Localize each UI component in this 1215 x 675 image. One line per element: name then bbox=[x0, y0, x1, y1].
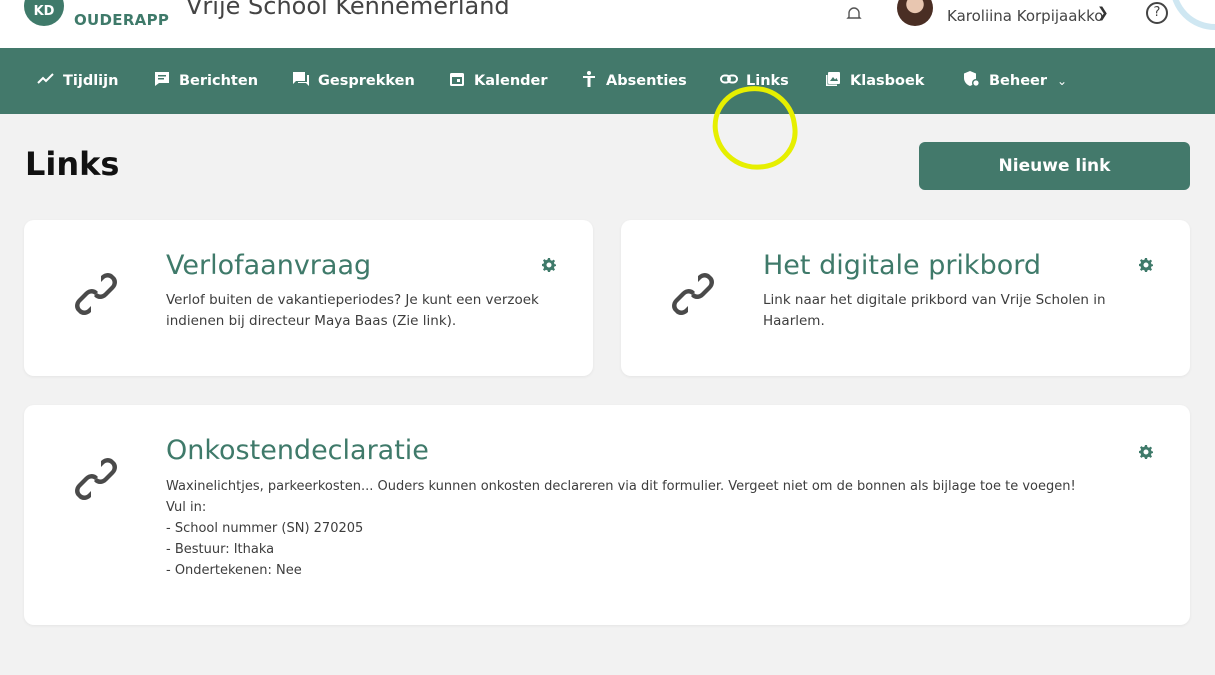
book-icon bbox=[824, 70, 842, 92]
nav-label: Absenties bbox=[606, 73, 687, 89]
trend-icon bbox=[37, 70, 55, 92]
logo-badge[interactable]: KD bbox=[24, 0, 64, 26]
nav-label: Kalender bbox=[474, 73, 548, 89]
main-nav: Tijdlijn Berichten Gesprekken Kalender A… bbox=[0, 48, 1215, 176]
chevron-down-icon[interactable]: ❯ bbox=[1097, 5, 1109, 21]
user-name[interactable]: Karoliina Korpijaakko bbox=[947, 7, 1103, 25]
nav-label: Klasboek bbox=[850, 73, 925, 89]
logo-text[interactable]: OUDERAPP bbox=[74, 11, 169, 29]
nav-item-kalender[interactable]: Kalender bbox=[448, 48, 548, 114]
nav-item-berichten[interactable]: Berichten bbox=[153, 48, 258, 114]
chain-link-icon bbox=[74, 272, 118, 316]
nav-item-klasboek[interactable]: Klasboek bbox=[824, 48, 924, 114]
nav-item-tijdlijn[interactable]: Tijdlijn bbox=[37, 48, 118, 114]
new-link-button[interactable]: Nieuwe link bbox=[919, 142, 1190, 190]
top-bar: KD OUDERAPP Vrije School Kennemerland Ka… bbox=[0, 0, 1215, 48]
link-card-description: Link naar het digitale prikbord van Vrij… bbox=[763, 292, 1106, 329]
chain-link-icon bbox=[74, 457, 118, 501]
message-icon bbox=[153, 70, 171, 92]
chevron-down-icon: ⌄ bbox=[1057, 74, 1068, 88]
conversation-icon bbox=[292, 70, 310, 92]
bell-icon[interactable] bbox=[846, 6, 862, 22]
link-icon bbox=[720, 70, 738, 92]
nav-label: Berichten bbox=[179, 73, 259, 89]
admin-icon bbox=[963, 70, 981, 92]
gear-icon[interactable] bbox=[542, 257, 556, 272]
link-card-title[interactable]: Het digitale prikbord bbox=[763, 250, 1041, 281]
link-card-description: Waxinelichtjes, parkeerkosten... Ouders … bbox=[166, 479, 1076, 578]
person-icon bbox=[580, 70, 598, 92]
link-card-title[interactable]: Onkostendeclaratie bbox=[166, 435, 429, 466]
link-card-onkostendeclaratie[interactable]: Onkostendeclaratie Waxinelichtjes, parke… bbox=[24, 405, 1190, 625]
link-card-digitale-prikbord[interactable]: Het digitale prikbord Link naar het digi… bbox=[621, 220, 1190, 376]
nav-label: Tijdlijn bbox=[63, 73, 119, 89]
avatar[interactable] bbox=[897, 0, 933, 26]
gear-icon[interactable] bbox=[1139, 444, 1153, 459]
calendar-icon bbox=[448, 70, 466, 92]
link-card-verlofaanvraag[interactable]: Verlofaanvraag Verlof buiten de vakantie… bbox=[24, 220, 593, 376]
nav-label: Links bbox=[746, 73, 789, 89]
page-title: Links bbox=[25, 145, 120, 183]
nav-item-absenties[interactable]: Absenties bbox=[580, 48, 687, 114]
nav-label: Gesprekken bbox=[318, 73, 415, 89]
link-card-description: Verlof buiten de vakantieperiodes? Je ku… bbox=[166, 292, 539, 329]
chain-link-icon bbox=[671, 272, 715, 316]
nav-item-links[interactable]: Links bbox=[720, 48, 789, 114]
link-card-title[interactable]: Verlofaanvraag bbox=[166, 250, 371, 281]
nav-label: Beheer bbox=[989, 73, 1048, 89]
school-name: Vrije School Kennemerland bbox=[186, 0, 510, 20]
nav-item-gesprekken[interactable]: Gesprekken bbox=[292, 48, 415, 114]
decorative-bubble bbox=[1170, 0, 1215, 30]
help-icon[interactable]: ? bbox=[1146, 2, 1168, 24]
gear-icon[interactable] bbox=[1139, 257, 1153, 272]
nav-item-beheer[interactable]: Beheer ⌄ bbox=[963, 48, 1067, 114]
